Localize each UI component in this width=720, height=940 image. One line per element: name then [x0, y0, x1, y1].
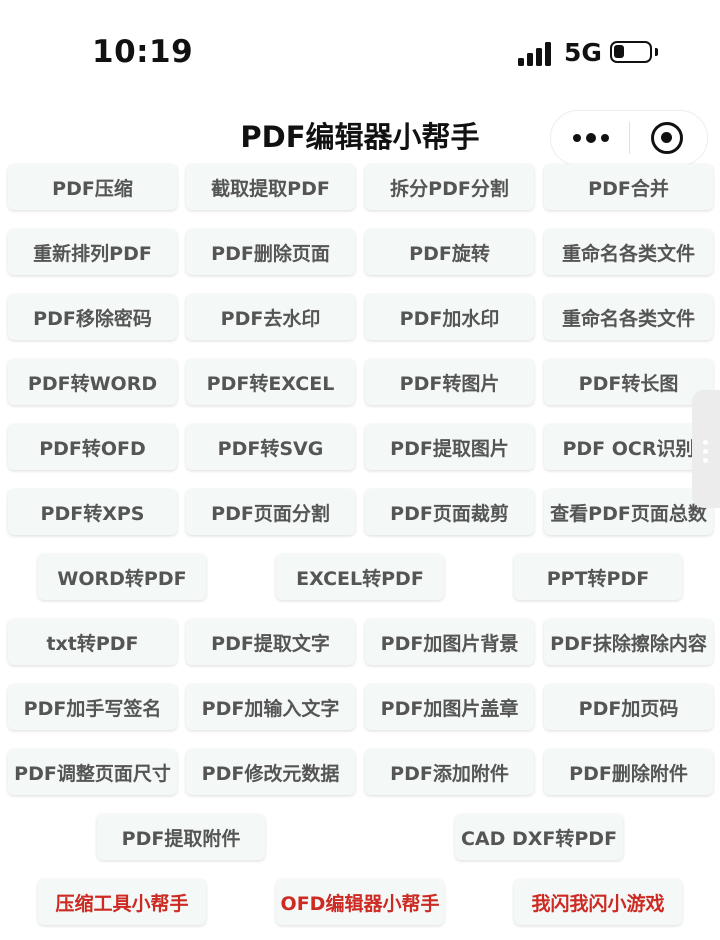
- tool-button[interactable]: PDF转长图: [544, 359, 713, 405]
- tool-button[interactable]: PDF加手写签名: [8, 684, 177, 730]
- tool-button[interactable]: PDF加输入文字: [186, 684, 355, 730]
- battery-cap: [655, 48, 658, 56]
- tool-button[interactable]: PDF OCR识别: [544, 424, 713, 470]
- side-scroll-handle[interactable]: [692, 390, 720, 508]
- tool-button[interactable]: PDF转OFD: [8, 424, 177, 470]
- tool-button[interactable]: PDF加图片背景: [365, 619, 534, 665]
- tool-button[interactable]: txt转PDF: [8, 619, 177, 665]
- tool-button[interactable]: PDF加页码: [544, 684, 713, 730]
- tool-button[interactable]: 截取提取PDF: [186, 164, 355, 210]
- tool-button[interactable]: PDF加图片盖章: [365, 684, 534, 730]
- target-circle-icon[interactable]: [651, 122, 683, 154]
- tool-button[interactable]: 重新排列PDF: [8, 229, 177, 275]
- tool-button[interactable]: 拆分PDF分割: [365, 164, 534, 210]
- related-app-link[interactable]: 压缩工具小帮手: [38, 879, 206, 925]
- tool-button[interactable]: PDF转SVG: [186, 424, 355, 470]
- tool-button[interactable]: PDF加水印: [365, 294, 534, 340]
- tool-button[interactable]: 查看PDF页面总数: [544, 489, 713, 535]
- tool-button[interactable]: CAD DXF转PDF: [455, 814, 623, 860]
- tool-button[interactable]: WORD转PDF: [38, 554, 206, 600]
- related-app-link[interactable]: 我闪我闪小游戏: [514, 879, 682, 925]
- network-type: 5G: [564, 38, 602, 67]
- tool-button[interactable]: EXCEL转PDF: [276, 554, 444, 600]
- tool-button[interactable]: PDF移除密码: [8, 294, 177, 340]
- tool-button[interactable]: PDF转XPS: [8, 489, 177, 535]
- tool-button[interactable]: 重命名各类文件: [544, 229, 713, 275]
- tool-button[interactable]: PDF合并: [544, 164, 713, 210]
- related-app-link[interactable]: OFD编辑器小帮手: [276, 879, 444, 925]
- tool-button[interactable]: PDF提取文字: [186, 619, 355, 665]
- tool-button[interactable]: PDF页面裁剪: [365, 489, 534, 535]
- tool-button[interactable]: PDF删除附件: [544, 749, 713, 795]
- tool-button[interactable]: PDF提取附件: [97, 814, 265, 860]
- tool-button[interactable]: PDF删除页面: [186, 229, 355, 275]
- battery-icon: [610, 41, 652, 63]
- tool-button[interactable]: PDF提取图片: [365, 424, 534, 470]
- tool-button[interactable]: PDF压缩: [8, 164, 177, 210]
- status-bar: 10:19 5G: [0, 0, 720, 105]
- tool-button[interactable]: PDF转图片: [365, 359, 534, 405]
- tool-button[interactable]: 重命名各类文件: [544, 294, 713, 340]
- tool-button[interactable]: PDF页面分割: [186, 489, 355, 535]
- status-time: 10:19: [92, 34, 194, 70]
- signal-strength-icon: [518, 42, 552, 66]
- tool-button[interactable]: PDF转WORD: [8, 359, 177, 405]
- tool-button[interactable]: PDF旋转: [365, 229, 534, 275]
- tool-button[interactable]: PDF添加附件: [365, 749, 534, 795]
- battery-level: [614, 45, 624, 58]
- tool-button[interactable]: PDF修改元数据: [186, 749, 355, 795]
- tool-button[interactable]: PDF去水印: [186, 294, 355, 340]
- tool-button[interactable]: PDF调整页面尺寸: [8, 749, 177, 795]
- tool-button[interactable]: PDF转EXCEL: [186, 359, 355, 405]
- more-dots-icon[interactable]: [571, 124, 611, 152]
- tool-button[interactable]: PDF抹除擦除内容: [544, 619, 713, 665]
- capsule-divider: [629, 122, 630, 154]
- tool-button[interactable]: PPT转PDF: [514, 554, 682, 600]
